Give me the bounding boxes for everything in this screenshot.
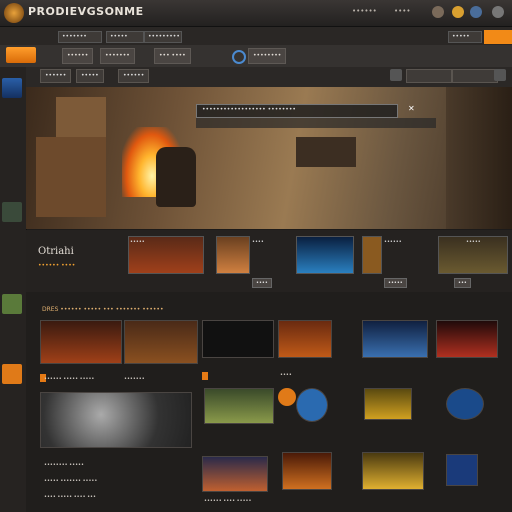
grid-tile-2[interactable]	[124, 320, 198, 364]
filter-button-3[interactable]: ••••••	[118, 69, 150, 83]
hero-info-label: •••••••••••••••••• ••••••••	[202, 106, 296, 113]
featured-caption-1: •••••	[130, 239, 145, 245]
titlebar-link-2[interactable]: ••••	[394, 7, 411, 15]
grid-tile-5[interactable]	[362, 320, 428, 358]
gear-icon[interactable]	[2, 294, 22, 314]
hero-close-icon[interactable]: ✕	[408, 104, 415, 113]
nav-pill-3[interactable]: •••••••••	[144, 31, 182, 43]
featured-subtitle: •••••• ••••	[38, 262, 76, 269]
grid-tile-9[interactable]	[364, 388, 412, 420]
info-icon[interactable]	[232, 50, 246, 64]
grid-tile-14[interactable]	[446, 454, 478, 486]
featured-button-1[interactable]: ••••	[252, 278, 272, 288]
row-caption-2: •••••••	[124, 376, 145, 382]
featured-caption-4: •••••	[466, 239, 481, 245]
row-caption-3: ••••	[280, 372, 292, 378]
flame-icon[interactable]	[2, 364, 22, 384]
nav-pill-right[interactable]: •••••	[448, 31, 482, 43]
toolbar-button-2[interactable]: •••••••	[100, 48, 135, 64]
filter-button-1[interactable]: ••••••	[40, 69, 72, 83]
hero-crate	[36, 137, 106, 217]
grid-tile-13[interactable]	[362, 452, 424, 490]
play-icon[interactable]	[278, 388, 296, 406]
left-rail	[0, 67, 27, 512]
grid-tile-1[interactable]	[40, 320, 122, 364]
grid-tile-7[interactable]	[204, 388, 274, 424]
featured-tile-2[interactable]	[216, 236, 250, 274]
featured-tile-4[interactable]	[362, 236, 382, 274]
nav-pill-1[interactable]: •••••••	[58, 31, 102, 43]
app-title: PRODIEVGSONME	[28, 5, 144, 18]
nav-pill-2[interactable]: •••••	[106, 31, 144, 43]
filter-button-2[interactable]: •••••	[76, 69, 104, 83]
featured-tile-3[interactable]	[296, 236, 354, 274]
hero-table	[296, 137, 356, 167]
hero-character	[156, 147, 196, 207]
grid-header: DRES •••••• ••••• ••• ••••••• ••••••	[42, 306, 164, 313]
grid-tile-3[interactable]	[202, 320, 274, 358]
filter-button-5[interactable]	[452, 69, 498, 83]
row-caption-1: •••••• ••••• •••••	[44, 376, 95, 382]
filter-button-4[interactable]	[406, 69, 452, 83]
grid-tile-8[interactable]	[296, 388, 328, 422]
hero-subbar	[196, 118, 436, 128]
featured-caption-3: ••••••	[384, 239, 402, 245]
app-logo-icon[interactable]	[4, 3, 24, 23]
home-icon[interactable]	[6, 47, 36, 63]
left-label-2: ••••• ••••••• •••••	[44, 478, 98, 484]
orange-tag-2	[202, 372, 208, 380]
refresh-icon[interactable]	[390, 69, 402, 81]
left-label-3: •••• ••••• •••• •••	[44, 494, 96, 500]
featured-button-3[interactable]: •••	[454, 278, 471, 288]
titlebar-link-1[interactable]: ••••••	[352, 7, 377, 15]
grid-tile-12[interactable]	[282, 452, 332, 490]
hero-archway	[446, 87, 512, 229]
notification-icon[interactable]	[470, 6, 482, 18]
close-icon[interactable]	[494, 69, 506, 81]
grid-tile-large[interactable]	[40, 392, 192, 448]
toolbar-button-1[interactable]: ••••••	[62, 48, 94, 64]
grid-tile-6[interactable]	[436, 320, 498, 358]
grid-tile-4[interactable]	[278, 320, 332, 358]
featured-caption-2: ••••	[252, 239, 264, 245]
navigation-icon[interactable]	[2, 78, 22, 98]
grid-tile-10[interactable]	[446, 388, 484, 420]
coin-icon[interactable]	[452, 6, 464, 18]
star-icon[interactable]	[2, 202, 22, 222]
toolbar-button-4[interactable]: ••••••••	[248, 48, 287, 64]
grid-tile-11[interactable]	[202, 456, 268, 492]
left-label-1: •••••••• •••••	[44, 462, 84, 468]
hero-crate-top	[56, 97, 106, 137]
user-icon[interactable]	[432, 6, 444, 18]
settings-icon[interactable]	[492, 6, 504, 18]
featured-title: Otriahi	[38, 246, 74, 257]
row-caption-4: •••••• •••• •••••	[204, 498, 252, 504]
orange-action-button[interactable]	[484, 30, 512, 44]
featured-button-2[interactable]: •••••	[384, 278, 407, 288]
toolbar-button-3[interactable]: ••• ••••	[154, 48, 191, 64]
